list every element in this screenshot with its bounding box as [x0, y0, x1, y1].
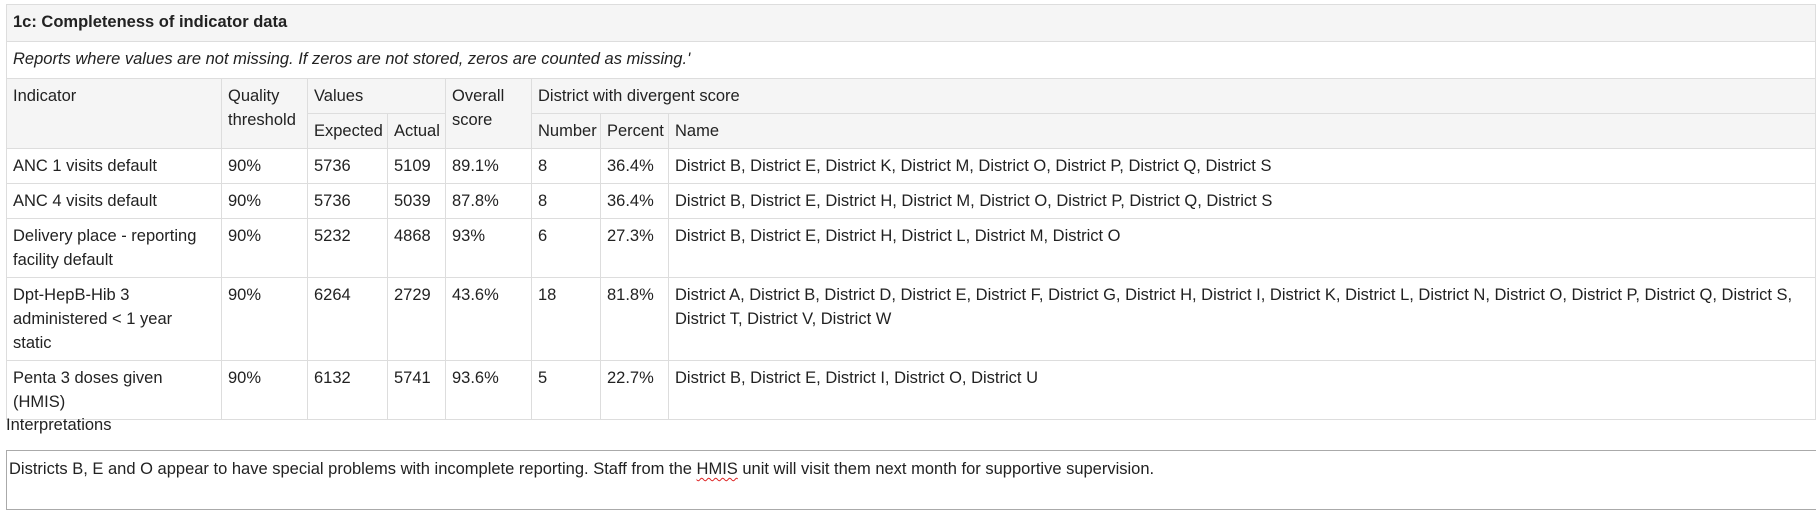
actual-cell: 5109: [387, 148, 446, 184]
table-row: Penta 3 doses given (HMIS) 90% 6132 5741…: [6, 360, 1816, 420]
table-row: Delivery place - reporting facility defa…: [6, 218, 1816, 278]
district-names-cell: District B, District E, District K, Dist…: [668, 148, 1816, 184]
percent-cell: 36.4%: [600, 183, 669, 219]
table-title: 1c: Completeness of indicator data: [6, 4, 1816, 42]
number-cell: 8: [531, 148, 601, 184]
number-cell: 18: [531, 277, 601, 361]
score-cell: 87.8%: [445, 183, 532, 219]
header-name: Name: [668, 113, 1816, 149]
threshold-cell: 90%: [221, 183, 308, 219]
threshold-cell: 90%: [221, 148, 308, 184]
actual-cell: 2729: [387, 277, 446, 361]
actual-cell: 4868: [387, 218, 446, 278]
header-values: Values: [307, 78, 446, 114]
header-actual: Actual: [387, 113, 446, 149]
percent-cell: 81.8%: [600, 277, 669, 361]
indicator-cell: Dpt-HepB-Hib 3 administered < 1 year sta…: [6, 277, 222, 361]
header-expected: Expected: [307, 113, 388, 149]
score-cell: 89.1%: [445, 148, 532, 184]
header-percent: Percent: [600, 113, 669, 149]
threshold-cell: 90%: [221, 360, 308, 420]
indicator-cell: ANC 4 visits default: [6, 183, 222, 219]
score-cell: 43.6%: [445, 277, 532, 361]
threshold-cell: 90%: [221, 218, 308, 278]
table-row: ANC 1 visits default 90% 5736 5109 89.1%…: [6, 148, 1816, 184]
expected-cell: 5232: [307, 218, 388, 278]
header-indicator: Indicator: [6, 78, 222, 149]
percent-cell: 27.3%: [600, 218, 669, 278]
actual-cell: 5741: [387, 360, 446, 420]
expected-cell: 6264: [307, 277, 388, 361]
percent-cell: 22.7%: [600, 360, 669, 420]
district-names-cell: District B, District E, District H, Dist…: [668, 183, 1816, 219]
header-quality-threshold: Quality threshold: [221, 78, 308, 149]
indicator-cell: Delivery place - reporting facility defa…: [6, 218, 222, 278]
indicator-cell: Penta 3 doses given (HMIS): [6, 360, 222, 420]
interpretation-text-start: Districts B, E and O appear to have spec…: [9, 460, 697, 478]
header-number: Number: [531, 113, 601, 149]
interpretations-label: Interpretations: [6, 416, 112, 434]
table-row: ANC 4 visits default 90% 5736 5039 87.8%…: [6, 183, 1816, 219]
number-cell: 8: [531, 183, 601, 219]
completeness-table: 1c: Completeness of indicator data Repor…: [6, 4, 1816, 420]
actual-cell: 5039: [387, 183, 446, 219]
header-divergent-districts: District with divergent score: [531, 78, 1816, 114]
header-overall-score: Overall score: [445, 78, 532, 149]
number-cell: 5: [531, 360, 601, 420]
interpretations-textarea[interactable]: Districts B, E and O appear to have spec…: [6, 450, 1816, 510]
interpretation-text-end: unit will visit them next month for supp…: [737, 460, 1155, 478]
expected-cell: 6132: [307, 360, 388, 420]
number-cell: 6: [531, 218, 601, 278]
score-cell: 93.6%: [445, 360, 532, 420]
expected-cell: 5736: [307, 148, 388, 184]
threshold-cell: 90%: [221, 277, 308, 361]
percent-cell: 36.4%: [600, 148, 669, 184]
table-subtitle: Reports where values are not missing. If…: [6, 41, 1816, 79]
district-names-cell: District B, District E, District H, Dist…: [668, 218, 1816, 278]
expected-cell: 5736: [307, 183, 388, 219]
table-row: Dpt-HepB-Hib 3 administered < 1 year sta…: [6, 277, 1816, 361]
district-names-cell: District A, District B, District D, Dist…: [668, 277, 1816, 361]
score-cell: 93%: [445, 218, 532, 278]
spellcheck-flagged-word: HMIS: [696, 460, 738, 478]
district-names-cell: District B, District E, District I, Dist…: [668, 360, 1816, 420]
completeness-section: 1c: Completeness of indicator data Repor…: [6, 4, 1816, 420]
indicator-cell: ANC 1 visits default: [6, 148, 222, 184]
